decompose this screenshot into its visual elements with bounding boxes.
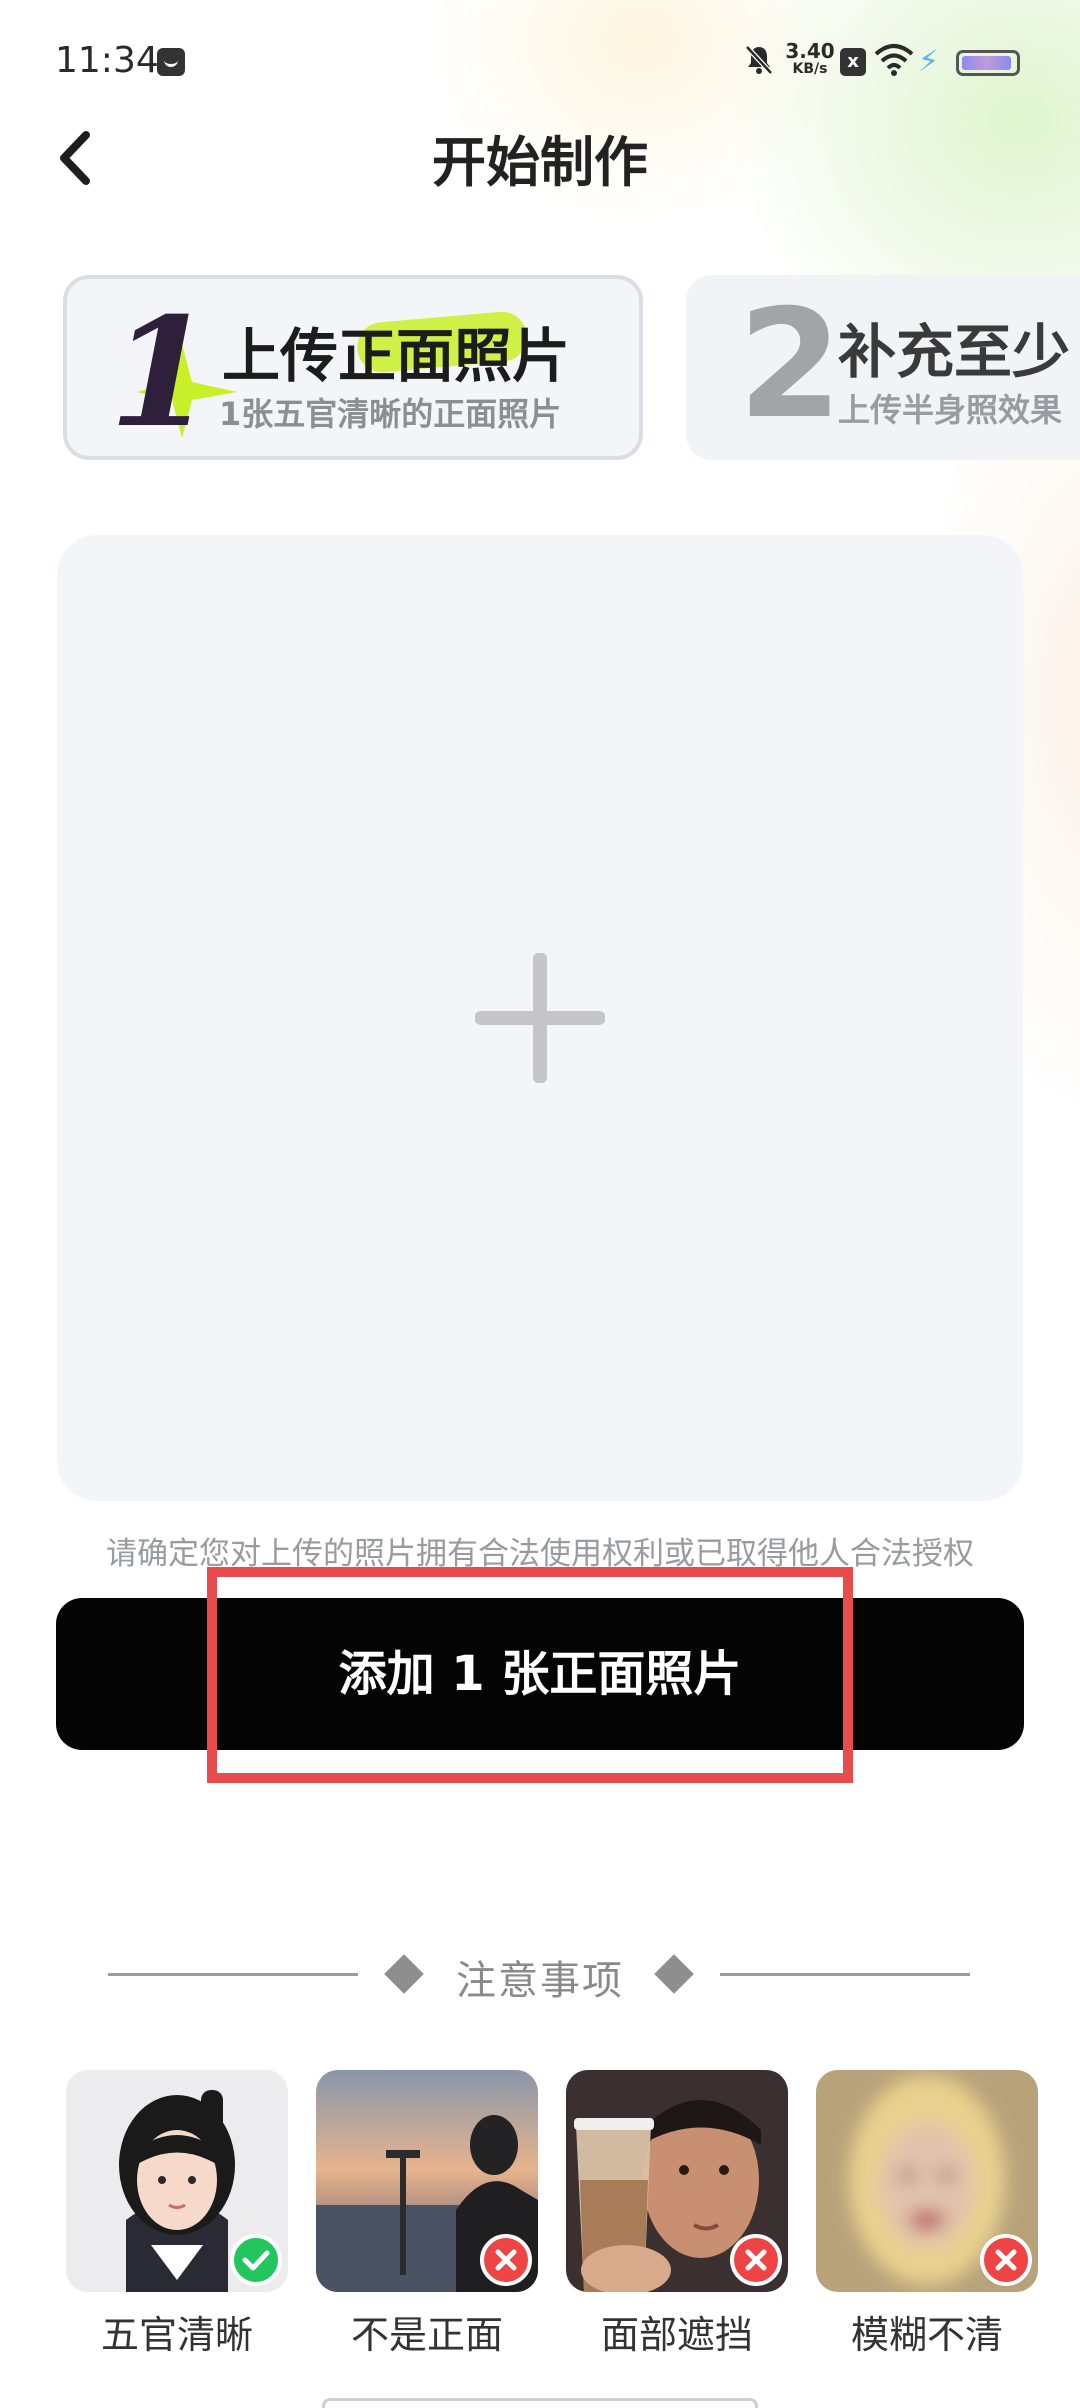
notification-icon [157, 48, 185, 76]
plus-icon [475, 953, 605, 1083]
step-tab-1[interactable]: 1 上传正面照片 1张五官清晰的正面照片 [63, 275, 643, 460]
example-card-blurry: 模糊不清 [816, 2070, 1038, 2359]
example-photo [816, 2070, 1038, 2292]
page-title: 开始制作 [432, 131, 648, 194]
copyright-notice: 请确定您对上传的照片拥有合法使用权利或已取得他人合法授权 [106, 1536, 974, 1572]
photo-upload-area[interactable] [57, 535, 1023, 1501]
step-title: 上传正面照片 [222, 322, 571, 390]
step-number: 2 [738, 278, 843, 452]
example-card-not-frontal: 不是正面 [316, 2070, 538, 2359]
example-card-face-blocked: 面部遮挡 [566, 2070, 788, 2359]
step-title: 补充至少 [838, 318, 1071, 386]
step-subtitle: 上传半身照效果 [838, 391, 1063, 429]
network-speed: 3.40 KB/s [784, 39, 836, 78]
cross-badge-icon [480, 2234, 532, 2286]
home-indicator[interactable] [322, 2398, 758, 2408]
step-tab-2[interactable]: 2 补充至少 上传半身照效果 [686, 275, 1080, 460]
mute-bell-icon [744, 44, 774, 84]
example-photo [66, 2070, 288, 2292]
notes-title: 注意事项 [456, 1958, 624, 2004]
example-label: 五官清晰 [100, 2313, 253, 2357]
example-label: 面部遮挡 [600, 2313, 753, 2357]
network-speed-value: 3.40 [785, 39, 835, 63]
example-photo [566, 2070, 788, 2292]
example-label: 不是正面 [350, 2313, 503, 2357]
step-number: 1 [109, 285, 214, 460]
example-label: 模糊不清 [850, 2313, 1003, 2357]
wifi-icon [874, 42, 914, 78]
cross-badge-icon [730, 2234, 782, 2286]
step-subtitle: 1张五官清晰的正面照片 [219, 395, 562, 433]
status-time: 11:34 [55, 40, 159, 81]
sim-status-icon: x [840, 48, 866, 76]
example-photo [316, 2070, 538, 2292]
status-bar: 11:34 3.40 KB/s x ⚡ [0, 0, 1080, 120]
battery-icon [956, 50, 1020, 76]
check-badge-icon [230, 2234, 282, 2286]
example-card-clear-features: 五官清晰 [66, 2070, 288, 2359]
add-front-photo-button[interactable]: 添加 1 张正面照片 [56, 1598, 1024, 1750]
notes-heading: 注意事项 [0, 1944, 1080, 2004]
charging-icon: ⚡ [918, 44, 940, 79]
divider-line [720, 1973, 970, 1976]
cross-badge-icon [980, 2234, 1032, 2286]
